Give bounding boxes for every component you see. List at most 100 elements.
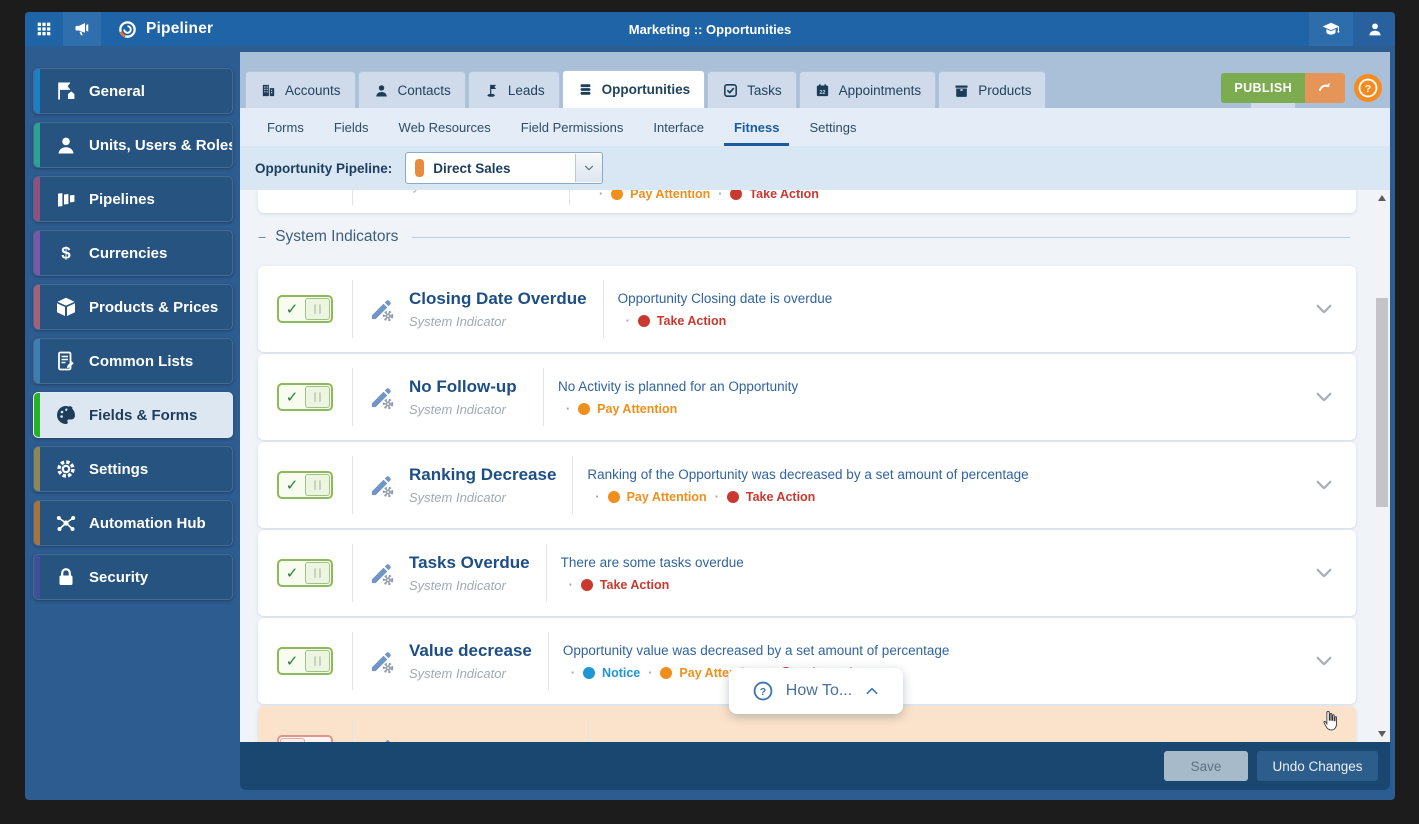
entity-tab[interactable]: Contacts bbox=[358, 71, 466, 108]
sidebar-item-label: Fields & Forms bbox=[89, 407, 197, 424]
indicator-subtitle: System Indicator bbox=[409, 578, 530, 593]
how-to-button[interactable]: How To... bbox=[729, 668, 903, 714]
indicator-title: Tasks Overdue bbox=[409, 553, 530, 573]
edit-settings-icon[interactable] bbox=[368, 472, 395, 499]
settings-subtab-label: Web Resources bbox=[399, 120, 491, 135]
app-grid-button[interactable] bbox=[25, 12, 63, 46]
entity-tab[interactable]: Products bbox=[938, 71, 1046, 108]
scrollbar-thumb[interactable] bbox=[1376, 298, 1388, 507]
sidebar-item[interactable]: Currencies bbox=[33, 230, 233, 276]
status-dot bbox=[730, 190, 742, 200]
settings-subtab[interactable]: Interface bbox=[638, 108, 719, 146]
sidebar-item[interactable]: Pipelines bbox=[33, 176, 233, 222]
question-icon bbox=[752, 680, 774, 702]
indicator-desc-cell: Opportunity Closing date is overdue Take… bbox=[604, 291, 1292, 328]
indicator-title: No Follow-up bbox=[409, 377, 527, 397]
settings-subtab[interactable]: Fitness bbox=[719, 108, 795, 146]
learning-button[interactable] bbox=[1309, 12, 1353, 46]
status-dot bbox=[727, 491, 739, 503]
chevron-down-icon[interactable] bbox=[1313, 562, 1335, 584]
entity-tab[interactable]: Opportunities bbox=[562, 70, 706, 108]
indicator-desc-cell: No Activity is planned for an Opportunit… bbox=[544, 379, 1292, 416]
expand-cell bbox=[1292, 650, 1356, 672]
sidebar-item-stripe bbox=[34, 123, 40, 167]
check-icon: ✓ bbox=[279, 300, 305, 318]
sidebar-item[interactable]: Common Lists bbox=[33, 338, 233, 384]
indicator-subtitle: System Indicator bbox=[409, 402, 527, 417]
edit-settings-icon[interactable] bbox=[368, 648, 395, 675]
edit-settings-icon[interactable] bbox=[368, 296, 395, 323]
entity-tab[interactable]: Accounts bbox=[245, 71, 356, 108]
sidebar-item-icon bbox=[54, 295, 78, 319]
scroll-down-arrow[interactable] bbox=[1378, 731, 1386, 737]
indicator-row[interactable]: ✓ Closing Date Overdue System Indicator bbox=[258, 266, 1356, 352]
sidebar-item-stripe bbox=[34, 501, 40, 545]
clipped-subtitle: System Indicator bbox=[405, 190, 502, 193]
status-badge: Take Action bbox=[561, 578, 670, 592]
vertical-scrollbar[interactable] bbox=[1376, 190, 1388, 742]
entity-tab[interactable]: Appointments bbox=[799, 71, 937, 108]
user-profile-button[interactable] bbox=[1355, 12, 1395, 46]
settings-subtab[interactable]: Settings bbox=[794, 108, 871, 146]
sidebar-item-icon bbox=[54, 403, 78, 427]
indicator-row[interactable]: ✓ Ranking Decrease System Indicator bbox=[258, 442, 1356, 528]
status-badge: Pay Attention bbox=[558, 402, 677, 416]
pipeline-dropdown-button[interactable] bbox=[575, 154, 602, 182]
sidebar-item[interactable]: Settings bbox=[33, 446, 233, 492]
sidebar-item-stripe bbox=[34, 555, 40, 599]
status-label: Notice bbox=[602, 666, 640, 680]
sidebar-item[interactable]: Units, Users & Roles bbox=[33, 122, 233, 168]
sidebar-item[interactable]: Security bbox=[33, 554, 233, 600]
revert-publish-button[interactable] bbox=[1305, 73, 1345, 103]
sidebar-item[interactable]: Fields & Forms bbox=[33, 392, 233, 438]
pipeline-selector-bar: Opportunity Pipeline: Direct Sales bbox=[240, 146, 1390, 191]
indicator-row[interactable]: ✓ Tasks Overdue System Indicator bbox=[258, 530, 1356, 616]
edit-settings-icon[interactable] bbox=[368, 384, 395, 411]
edit-settings-icon[interactable] bbox=[368, 560, 395, 587]
indicator-enabled-toggle[interactable]: ✓ bbox=[277, 295, 333, 323]
sidebar-item-label: Automation Hub bbox=[89, 515, 206, 532]
entity-tab[interactable]: Tasks bbox=[707, 71, 797, 108]
indicator-enabled-toggle[interactable]: ✓ bbox=[277, 647, 333, 675]
divider bbox=[352, 190, 353, 205]
indicator-enabled-toggle[interactable]: ✓ bbox=[277, 383, 333, 411]
indicator-badges: Notice Pay Attention bbox=[563, 666, 1292, 680]
entity-tab[interactable]: Leads bbox=[468, 71, 560, 108]
status-label: Pay Attention bbox=[627, 490, 707, 504]
pipeline-label: Opportunity Pipeline: bbox=[255, 161, 392, 176]
pipeline-dropdown[interactable]: Direct Sales bbox=[405, 152, 603, 184]
indicator-enabled-toggle[interactable]: ✓ bbox=[277, 559, 333, 587]
chevron-down-icon[interactable] bbox=[1313, 474, 1335, 496]
indicator-title: Closing Date Overdue bbox=[409, 289, 587, 309]
clipped-indicator-row[interactable]: System Indicator Pay Attention Take Acti… bbox=[258, 190, 1356, 213]
sidebar-item[interactable]: General bbox=[33, 68, 233, 114]
sidebar-item-icon bbox=[54, 457, 78, 481]
collapse-section-icon[interactable]: − bbox=[258, 229, 266, 245]
undo-changes-button[interactable]: Undo Changes bbox=[1257, 751, 1378, 781]
sidebar-item[interactable]: Products & Prices bbox=[33, 284, 233, 330]
settings-subtab[interactable]: Field Permissions bbox=[506, 108, 639, 146]
indicator-row[interactable]: ✓ No Follow-up System Indicator bbox=[258, 354, 1356, 440]
indicator-desc-cell: Ranking of the Opportunity was decreased… bbox=[573, 467, 1292, 504]
indicator-enabled-toggle[interactable]: ✓ bbox=[277, 471, 333, 499]
edit-icon-cell bbox=[353, 560, 409, 587]
announcements-button[interactable] bbox=[63, 12, 101, 46]
sidebar-item[interactable]: Automation Hub bbox=[33, 500, 233, 546]
publish-button[interactable]: PUBLISH bbox=[1221, 73, 1305, 103]
save-button[interactable]: Save bbox=[1164, 751, 1248, 781]
chevron-down-icon[interactable] bbox=[1313, 650, 1335, 672]
chevron-down-icon[interactable] bbox=[1313, 386, 1335, 408]
settings-subtab[interactable]: Fields bbox=[319, 108, 384, 146]
settings-subtab[interactable]: Forms bbox=[252, 108, 319, 146]
indicator-enabled-toggle[interactable] bbox=[277, 735, 333, 742]
entity-tab-strip: Accounts Contacts Leads Opportun bbox=[240, 52, 1390, 108]
settings-subtab[interactable]: Web Resources bbox=[384, 108, 506, 146]
sidebar-item-icon bbox=[54, 565, 78, 589]
chevron-down-icon[interactable] bbox=[1313, 298, 1335, 320]
brand-logo[interactable]: Pipeliner bbox=[117, 12, 213, 46]
scroll-up-arrow[interactable] bbox=[1378, 195, 1386, 201]
status-dot bbox=[578, 403, 590, 415]
sidebar-item-label: Pipelines bbox=[89, 191, 155, 208]
edit-icon-cell bbox=[353, 472, 409, 499]
help-button[interactable] bbox=[1354, 74, 1382, 102]
